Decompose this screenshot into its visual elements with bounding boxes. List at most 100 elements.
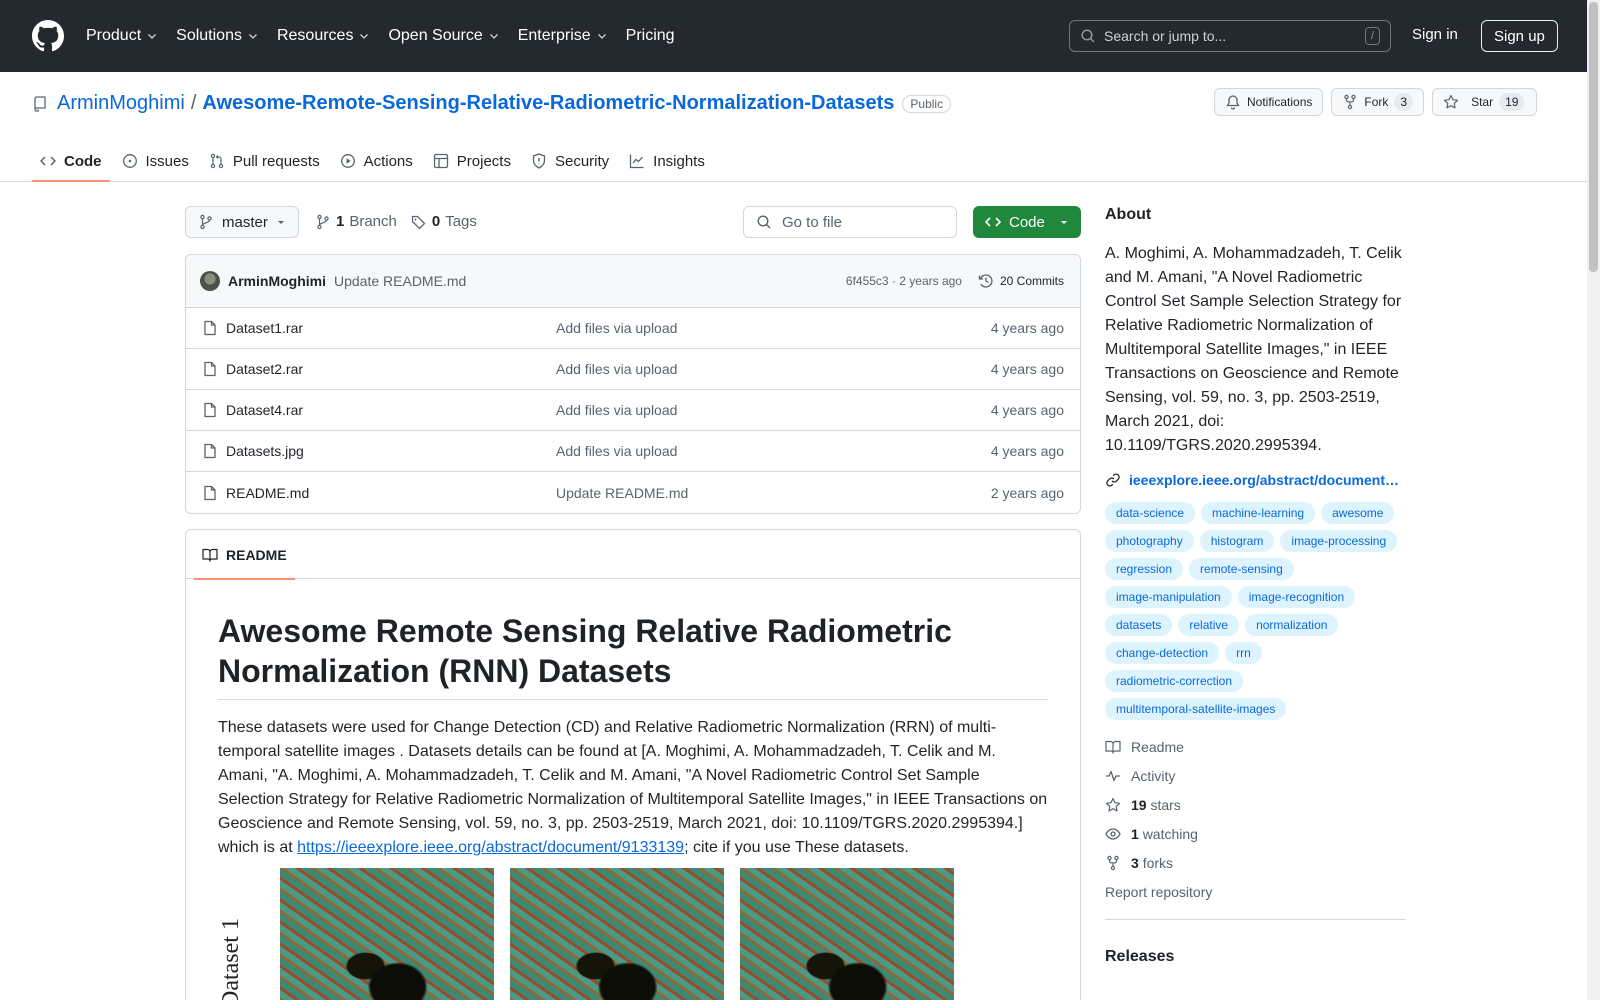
topic-list: data-science machine-learning awesome ph… xyxy=(1105,502,1405,720)
branch-bar: master 1 Branch 0 Tags Go to file Code xyxy=(185,206,1081,238)
readme-text-end: ; cite if you use These datasets. xyxy=(684,839,909,856)
topic-tag[interactable]: normalization xyxy=(1245,614,1339,636)
stars-link[interactable]: 19 stars xyxy=(1105,796,1405,814)
file-commit-message[interactable]: Add files via upload xyxy=(556,402,677,418)
topic-tag[interactable]: machine-learning xyxy=(1201,502,1316,524)
topic-tag[interactable]: relative xyxy=(1178,614,1240,636)
file-commit-message[interactable]: Add files via upload xyxy=(556,361,677,377)
topic-tag[interactable]: photography xyxy=(1105,530,1194,552)
file-row[interactable]: Dataset1.rar Add files via upload 4 year… xyxy=(186,308,1080,349)
figure-row-label: Dataset 1 xyxy=(218,918,257,1000)
about-sidebar: About A. Moghimi, A. Mohammadzadeh, T. C… xyxy=(1105,206,1405,966)
topic-tag[interactable]: datasets xyxy=(1105,614,1173,636)
file-name[interactable]: Dataset2.rar xyxy=(226,361,556,377)
file-row[interactable]: Dataset2.rar Add files via upload 4 year… xyxy=(186,349,1080,390)
notifications-button[interactable]: Notifications xyxy=(1214,88,1324,116)
nav-open-source[interactable]: Open Source xyxy=(388,27,499,45)
releases-heading[interactable]: Releases xyxy=(1105,948,1405,966)
activity-link[interactable]: Activity xyxy=(1105,767,1405,785)
file-commit-message[interactable]: Add files via upload xyxy=(556,443,677,459)
tab-insights[interactable]: Insights xyxy=(621,140,713,182)
website-link-text: ieeexplore.ieee.org/abstract/document… xyxy=(1129,472,1399,488)
nav-enterprise-label: Enterprise xyxy=(517,27,591,44)
watchers-link[interactable]: 1 watching xyxy=(1105,825,1405,843)
go-to-file-input[interactable]: Go to file xyxy=(743,206,957,238)
forks-link[interactable]: 3 forks xyxy=(1105,854,1405,872)
branch-selector[interactable]: master xyxy=(185,206,299,238)
tab-projects[interactable]: Projects xyxy=(425,140,519,182)
readme-panel: README Awesome Remote Sensing Relative R… xyxy=(185,529,1081,1000)
file-name[interactable]: Dataset1.rar xyxy=(226,320,556,336)
commit-message[interactable]: Update README.md xyxy=(334,273,466,289)
file-row[interactable]: README.md Update README.md 2 years ago xyxy=(186,472,1080,513)
file-commit-message[interactable]: Add files via upload xyxy=(556,320,677,336)
tab-security[interactable]: Security xyxy=(523,140,617,182)
scrollbar-thumb[interactable] xyxy=(1589,2,1598,272)
topic-tag[interactable]: change-detection xyxy=(1105,642,1220,664)
topic-tag[interactable]: image-manipulation xyxy=(1105,586,1232,608)
file-commit-message[interactable]: Update README.md xyxy=(556,485,688,501)
website-link[interactable]: ieeexplore.ieee.org/abstract/document… xyxy=(1105,472,1405,488)
tags-link[interactable]: 0 Tags xyxy=(411,213,477,230)
ieee-paper-link[interactable]: https://ieeexplore.ieee.org/abstract/doc… xyxy=(297,839,684,856)
file-browser: ArminMoghimi Update README.md 6f455c3 · … xyxy=(185,254,1081,514)
sign-in-link[interactable]: Sign in xyxy=(1412,26,1458,43)
code-icon xyxy=(985,217,1001,227)
fork-count: 3 xyxy=(1394,93,1414,111)
fork-button[interactable]: Fork 3 xyxy=(1331,88,1425,116)
commit-meta[interactable]: 6f455c3 · 2 years ago xyxy=(846,274,962,288)
nav-enterprise[interactable]: Enterprise xyxy=(518,27,608,45)
nav-resources[interactable]: Resources xyxy=(277,27,370,45)
history-icon xyxy=(978,274,993,288)
go-to-file-placeholder: Go to file xyxy=(782,213,843,231)
readme-tab[interactable]: README xyxy=(194,530,295,580)
nav-solutions[interactable]: Solutions xyxy=(176,27,259,45)
file-name[interactable]: README.md xyxy=(226,485,556,501)
file-row[interactable]: Datasets.jpg Add files via upload 4 year… xyxy=(186,431,1080,472)
file-name[interactable]: Dataset4.rar xyxy=(226,402,556,418)
commit-author[interactable]: ArminMoghimi xyxy=(228,273,326,289)
file-icon xyxy=(204,443,216,459)
topic-tag[interactable]: regression xyxy=(1105,558,1184,580)
readme-link[interactable]: Readme xyxy=(1105,738,1405,756)
branches-link[interactable]: 1 Branch xyxy=(315,213,397,230)
github-logo-icon[interactable] xyxy=(32,20,64,52)
topic-tag[interactable]: data-science xyxy=(1105,502,1196,524)
search-input[interactable]: Search or jump to... / xyxy=(1069,20,1391,52)
nav-pricing[interactable]: Pricing xyxy=(626,27,675,45)
nav-product[interactable]: Product xyxy=(86,27,158,45)
topic-tag[interactable]: histogram xyxy=(1199,530,1275,552)
nav-pricing-label: Pricing xyxy=(625,27,675,44)
topic-tag[interactable]: radiometric-correction xyxy=(1105,670,1244,692)
repo-owner-link[interactable]: ArminMoghimi xyxy=(57,92,185,115)
file-date: 2 years ago xyxy=(990,484,1064,501)
avatar[interactable] xyxy=(200,271,220,291)
caret-down-icon xyxy=(1061,221,1067,224)
topic-tag[interactable]: remote-sensing xyxy=(1189,558,1294,580)
tab-pull-requests[interactable]: Pull requests xyxy=(201,140,328,182)
play-icon xyxy=(340,154,355,168)
topic-tag[interactable]: image-processing xyxy=(1280,530,1398,552)
chevron-down-icon xyxy=(360,34,369,39)
forks-count: 3 xyxy=(1131,855,1139,871)
topic-tag[interactable]: rrn xyxy=(1225,642,1262,664)
topic-tag[interactable]: image-recognition xyxy=(1237,586,1356,608)
tab-actions[interactable]: Actions xyxy=(332,140,421,182)
datasets-figure: Dataset 1 xyxy=(218,868,1048,1000)
tab-code[interactable]: Code xyxy=(32,140,110,182)
page-scrollbar[interactable] xyxy=(1587,0,1600,1000)
sign-up-button[interactable]: Sign up xyxy=(1481,20,1558,52)
chevron-down-icon xyxy=(489,34,498,39)
file-icon xyxy=(204,485,216,500)
file-row[interactable]: Dataset4.rar Add files via upload 4 year… xyxy=(186,390,1080,431)
commits-link[interactable]: 20 Commits xyxy=(978,273,1064,289)
code-dropdown-button[interactable]: Code xyxy=(973,206,1081,238)
repo-name-link[interactable]: Awesome-Remote-Sensing-Relative-Radiomet… xyxy=(202,92,894,115)
topic-tag[interactable]: multitemporal-satellite-images xyxy=(1105,698,1287,720)
report-repository-link[interactable]: Report repository xyxy=(1105,883,1405,901)
global-header: Product Solutions Resources Open Source … xyxy=(0,0,1587,72)
topic-tag[interactable]: awesome xyxy=(1321,502,1395,524)
file-name[interactable]: Datasets.jpg xyxy=(226,443,556,459)
tab-issues[interactable]: Issues xyxy=(114,140,197,182)
star-button[interactable]: Star 19 xyxy=(1432,88,1538,116)
